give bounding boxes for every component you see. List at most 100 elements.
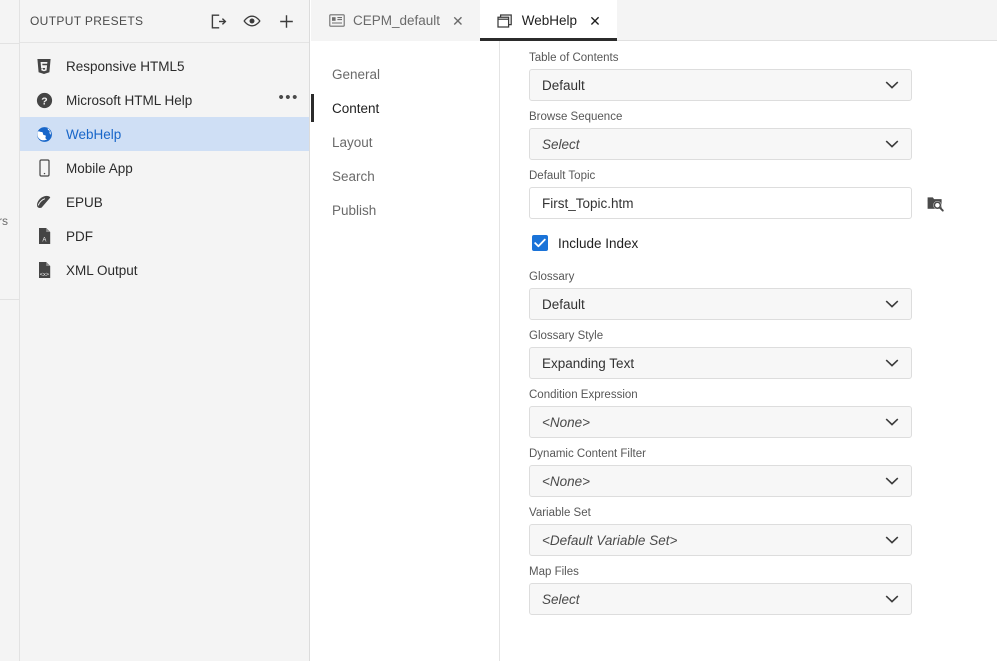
chevron-down-icon (885, 300, 899, 309)
tab-close-icon[interactable]: ✕ (589, 14, 601, 28)
select-value: Expanding Text (542, 355, 635, 371)
chevron-down-icon (885, 536, 899, 545)
field-glossary: Glossary Default (529, 271, 997, 320)
field-dynamic-content-filter: Dynamic Content Filter <None> (529, 448, 997, 497)
page-title: OUTPUT PRESETS (30, 14, 144, 28)
epub-book-icon (34, 192, 54, 212)
tab-label: CEPM_default (353, 13, 441, 28)
field-label: Condition Expression (529, 389, 638, 401)
checkbox-checked-icon[interactable] (532, 235, 548, 251)
preset-item-mobile-app[interactable]: Mobile App (20, 151, 309, 185)
default-topic-row (529, 187, 997, 219)
help-question-icon: ? (34, 90, 54, 110)
tab-webhelp[interactable]: WebHelp ✕ (479, 0, 617, 41)
preset-label: Mobile App (66, 160, 133, 176)
html5-icon (34, 56, 54, 76)
dynamic-content-filter-select[interactable]: <None> (529, 465, 912, 497)
field-browse-sequence: Browse Sequence Select (529, 111, 997, 160)
nav-item-search[interactable]: Search (311, 159, 499, 193)
field-condition-expression: Condition Expression <None> (529, 389, 997, 438)
preset-label: WebHelp (66, 126, 122, 142)
clipped-label: rs (0, 214, 8, 228)
map-files-select[interactable]: Select (529, 583, 912, 615)
preset-item-microsoft-html-help[interactable]: ? Microsoft HTML Help ••• (20, 83, 309, 117)
xml-file-icon: <x> (34, 260, 54, 280)
select-value: <Default Variable Set> (542, 532, 678, 548)
preset-item-pdf[interactable]: A PDF (20, 219, 309, 253)
field-label: Default Topic (529, 170, 596, 182)
variable-set-select[interactable]: <Default Variable Set> (529, 524, 912, 556)
preset-item-webhelp[interactable]: WebHelp (20, 117, 309, 151)
nav-item-publish[interactable]: Publish (311, 193, 499, 227)
application-window: rs OUTPUT PRESETS (0, 0, 997, 661)
select-value: Default (542, 296, 585, 312)
add-plus-icon[interactable] (277, 12, 295, 30)
field-label: Dynamic Content Filter (529, 448, 646, 460)
field-variable-set: Variable Set <Default Variable Set> (529, 507, 997, 556)
default-topic-input[interactable] (529, 187, 912, 219)
svg-text:<x>: <x> (39, 272, 48, 278)
build-output-icon[interactable] (209, 12, 227, 30)
select-value: Select (542, 136, 580, 152)
select-value: Select (542, 591, 580, 607)
mobile-phone-icon (34, 158, 54, 178)
preset-item-responsive-html5[interactable]: Responsive HTML5 (20, 49, 309, 83)
content-settings-form: Table of Contents Default Browse Sequenc… (500, 41, 997, 661)
chevron-down-icon (885, 81, 899, 90)
preview-eye-icon[interactable] (243, 12, 261, 30)
chevron-down-icon (885, 418, 899, 427)
select-value: <None> (542, 414, 591, 430)
folder-search-icon[interactable] (924, 191, 948, 215)
nav-item-layout[interactable]: Layout (311, 125, 499, 159)
select-value: Default (542, 77, 585, 93)
nav-item-general[interactable]: General (311, 57, 499, 91)
preset-item-xml-output[interactable]: <x> XML Output (20, 253, 309, 287)
nav-item-content[interactable]: Content (311, 91, 499, 125)
field-table-of-contents: Table of Contents Default (529, 52, 997, 101)
pdf-file-icon: A (34, 226, 54, 246)
condition-expression-select[interactable]: <None> (529, 406, 912, 438)
include-index-label: Include Index (558, 235, 639, 251)
editor-tab-strip: CEPM_default ✕ WebHelp ✕ (311, 0, 997, 41)
chevron-down-icon (885, 359, 899, 368)
field-glossary-style: Glossary Style Expanding Text (529, 330, 997, 379)
output-presets-list: Responsive HTML5 ? Microsoft HTML Help •… (20, 43, 309, 287)
svg-text:?: ? (41, 95, 47, 107)
include-index-checkbox-row[interactable]: Include Index (532, 235, 997, 251)
table-of-contents-select[interactable]: Default (529, 69, 912, 101)
output-presets-header: OUTPUT PRESETS (20, 0, 309, 43)
output-presets-panel: OUTPUT PRESETS Responsive HTML5 ? Micros… (20, 0, 310, 661)
preset-label: XML Output (66, 262, 138, 278)
header-icon-group (209, 12, 299, 30)
field-label: Glossary Style (529, 330, 604, 342)
globe-icon (34, 124, 54, 144)
field-map-files: Map Files Select (529, 566, 997, 615)
tab-close-icon[interactable]: ✕ (452, 14, 464, 28)
tab-cepm-default[interactable]: CEPM_default ✕ (311, 0, 480, 41)
browse-sequence-select[interactable]: Select (529, 128, 912, 160)
preset-label: Responsive HTML5 (66, 58, 185, 74)
sliver-divider-bottom (0, 299, 19, 300)
field-label: Browse Sequence (529, 111, 623, 123)
preset-more-options-button[interactable]: ••• (278, 90, 299, 107)
glossary-select[interactable]: Default (529, 288, 912, 320)
preset-label: PDF (66, 228, 93, 244)
svg-text:A: A (42, 237, 46, 243)
document-pane-icon (328, 13, 345, 28)
chevron-down-icon (885, 595, 899, 604)
chevron-down-icon (885, 477, 899, 486)
field-default-topic: Default Topic (529, 170, 997, 219)
adjacent-panel-sliver: rs (0, 0, 20, 661)
field-label: Variable Set (529, 507, 591, 519)
preset-settings-nav: General Content Layout Search Publish (311, 41, 500, 661)
tab-label: WebHelp (521, 13, 578, 28)
preset-label: Microsoft HTML Help (66, 92, 193, 108)
preset-item-epub[interactable]: EPUB (20, 185, 309, 219)
select-value: <None> (542, 473, 591, 489)
field-label: Glossary (529, 271, 575, 283)
window-icon (497, 13, 514, 28)
preset-label: EPUB (66, 194, 103, 210)
field-label: Map Files (529, 566, 579, 578)
sliver-divider-top (0, 43, 19, 44)
glossary-style-select[interactable]: Expanding Text (529, 347, 912, 379)
